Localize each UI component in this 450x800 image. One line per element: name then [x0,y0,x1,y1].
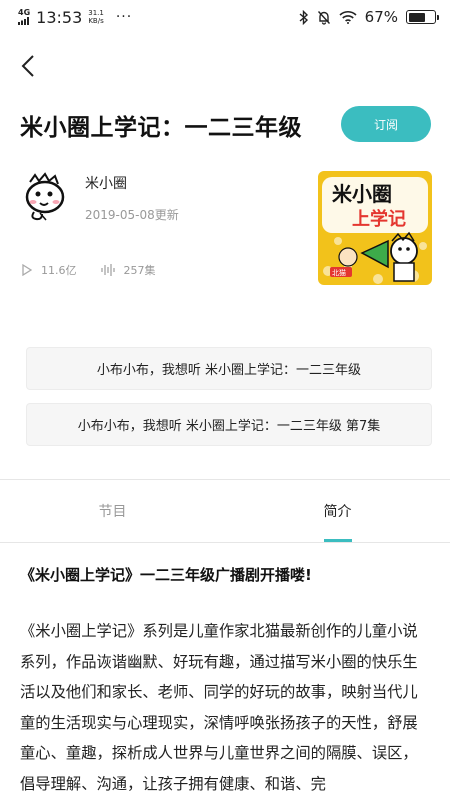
chevron-left-icon [21,55,34,77]
author-name[interactable]: 米小圈 [85,173,127,193]
bluetooth-icon [299,9,308,25]
episode-count: 257集 [100,262,156,278]
voice-suggestion-card[interactable]: 小布小布，我想听 米小圈上学记：一二三年级 [26,347,432,390]
status-bar: 4G 13:53 31.1 KB/s ··· 67% [0,0,450,34]
play-count: 11.6亿 [22,262,77,278]
signal-icon [18,16,29,25]
tab-intro[interactable]: 简介 [225,480,450,542]
cover-title: 米小圈 [332,182,392,206]
tab-bar: 节目 简介 [0,480,450,542]
author-avatar[interactable] [20,172,70,222]
play-count-value: 11.6亿 [41,264,77,277]
intro-body: 《米小圈上学记》系列是儿童作家北猫最新创作的儿童小说系列，作品诙谐幽默、好玩有趣… [20,622,418,793]
cover-author: 北猫 [332,268,346,277]
status-left: 4G 13:53 31.1 KB/s ··· [18,8,132,27]
back-button[interactable] [14,50,42,82]
network-type: 4G [18,7,31,17]
cartoon-face-icon [25,172,65,221]
intro-heading: 《米小圈上学记》一二三年级广播剧开播喽! [20,566,312,584]
cover-art: 米小圈 上学记 北猫 [318,171,432,285]
status-right: 67% [299,8,439,26]
speed-value: 31.1 [88,9,104,17]
battery-percent: 67% [364,8,398,26]
tab-intro-label: 简介 [323,504,352,520]
cover-subtitle: 上学记 [352,208,406,230]
clock: 13:53 [36,7,83,27]
tabs-bottom-divider [0,542,450,543]
mute-bell-icon [317,10,330,25]
update-date: 2019-05-08更新 [85,208,179,222]
program-title: 米小圈上学记：一二三年级 [20,115,302,141]
audio-wave-icon [100,264,115,276]
subscribe-button[interactable]: 订阅 [341,106,431,142]
voice-suggestion-card[interactable]: 小布小布，我想听 米小圈上学记：一二三年级 第7集 [26,403,432,446]
program-stats: 11.6亿 257集 [22,262,156,278]
album-cover: 米小圈 上学记 北猫 [318,171,432,285]
battery-icon [406,10,439,24]
tab-episodes-label: 节目 [98,504,127,520]
episode-count-value: 257集 [123,264,156,277]
speed-unit: KB/s [88,17,104,25]
battery-level [408,12,426,22]
more-notifications-icon: ··· [115,9,133,25]
wifi-icon [339,11,357,24]
tab-episodes[interactable]: 节目 [0,480,225,542]
network-indicator: 4G [18,8,30,27]
play-icon [22,264,32,276]
intro-content: 《米小圈上学记》一二三年级广播剧开播喽! 《米小圈上学记》系列是儿童作家北猫最新… [20,560,432,800]
network-speed: 31.1 KB/s [88,9,104,25]
